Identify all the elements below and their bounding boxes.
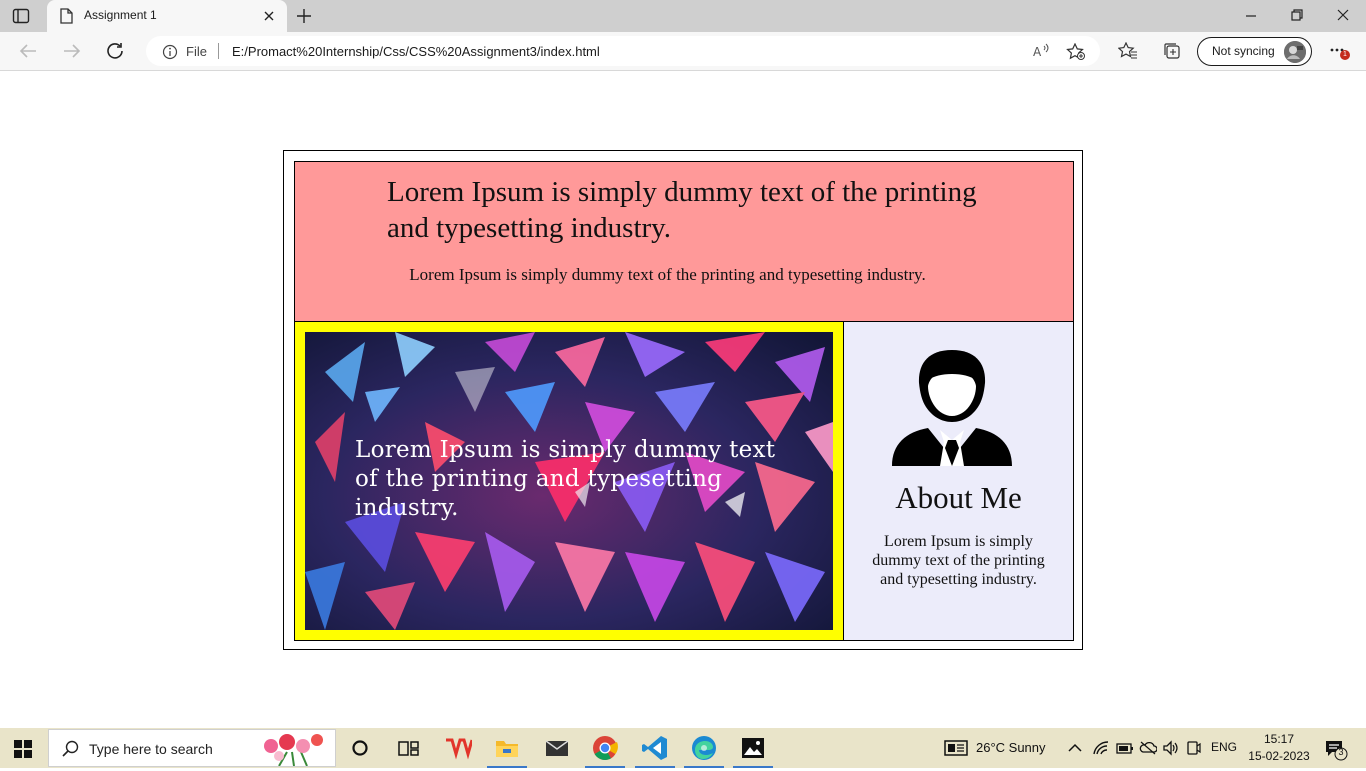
- forward-icon[interactable]: [62, 42, 82, 65]
- vscode-icon[interactable]: [635, 734, 675, 768]
- battery-icon[interactable]: [1116, 740, 1134, 756]
- minimize-icon[interactable]: [1244, 8, 1258, 27]
- page-icon: [59, 8, 73, 29]
- browser-tab[interactable]: Assignment 1: [47, 0, 287, 32]
- file-explorer-icon[interactable]: [487, 734, 527, 768]
- clock-time: 15:17: [1263, 732, 1295, 746]
- header-section: Lorem Ipsum is simply dummy text of the …: [294, 161, 1074, 322]
- refresh-icon[interactable]: [106, 42, 126, 65]
- wps-office-icon[interactable]: [444, 734, 474, 762]
- avatar: [1284, 41, 1306, 63]
- browser-toolbar: File E:/Promact%20Internship/Css/CSS%20A…: [0, 32, 1366, 71]
- weather-text[interactable]: 26°C Sunny: [976, 740, 1046, 755]
- search-placeholder: Type here to search: [89, 741, 213, 757]
- chrome-icon[interactable]: [585, 734, 625, 768]
- profile-sync-button[interactable]: Not syncing: [1197, 37, 1312, 66]
- onedrive-icon[interactable]: [1139, 740, 1158, 756]
- mail-icon[interactable]: [543, 734, 571, 762]
- flowers-icon: [259, 732, 329, 771]
- close-tab-icon[interactable]: [263, 9, 275, 27]
- clock[interactable]: 15:17 15-02-2023: [1244, 731, 1314, 765]
- windows-taskbar: Type here to search 26°C Sunny ENG 15:17…: [0, 728, 1366, 768]
- browser-tabstrip: Assignment 1: [0, 0, 1366, 32]
- banner-image: Lorem Ipsum is simply dummy text of the …: [305, 332, 833, 630]
- language-indicator[interactable]: ENG: [1211, 740, 1237, 754]
- assignment-container: Lorem Ipsum is simply dummy text of the …: [283, 150, 1083, 650]
- search-icon: [61, 740, 79, 763]
- banner-text: Lorem Ipsum is simply dummy text of the …: [355, 437, 776, 521]
- volume-icon[interactable]: [1162, 740, 1180, 756]
- taskbar-search-box[interactable]: Type here to search: [48, 729, 336, 767]
- header-title: Lorem Ipsum is simply dummy text of the …: [387, 176, 977, 244]
- notification-badge: 1: [1340, 50, 1350, 60]
- about-title: About Me: [895, 480, 1022, 515]
- collections-icon[interactable]: [1162, 42, 1182, 65]
- meet-now-icon[interactable]: [1186, 740, 1202, 756]
- wifi-icon[interactable]: [1092, 740, 1110, 756]
- about-section: About Me Lorem Ipsum is simply dummy tex…: [843, 321, 1074, 641]
- tab-actions-icon[interactable]: [12, 8, 30, 24]
- site-info-icon[interactable]: [162, 44, 178, 65]
- photos-icon[interactable]: [733, 734, 773, 768]
- edge-icon[interactable]: [684, 734, 724, 768]
- new-tab-icon[interactable]: [296, 8, 312, 29]
- banner-section: Lorem Ipsum is simply dummy text of the …: [294, 321, 844, 641]
- address-separator: [218, 43, 219, 59]
- restore-icon[interactable]: [1290, 8, 1304, 27]
- clock-date: 15-02-2023: [1248, 749, 1310, 763]
- settings-more-icon[interactable]: 1: [1330, 42, 1350, 63]
- page-viewport: Lorem Ipsum is simply dummy text of the …: [0, 71, 1366, 728]
- header-subtitle: Lorem Ipsum is simply dummy text of the …: [409, 265, 926, 284]
- weather-icon[interactable]: [944, 738, 968, 758]
- favorites-icon[interactable]: [1117, 41, 1138, 65]
- read-aloud-icon[interactable]: A: [1032, 43, 1050, 64]
- sync-label: Not syncing: [1212, 44, 1275, 58]
- close-window-icon[interactable]: [1336, 8, 1350, 27]
- back-icon[interactable]: [18, 42, 38, 65]
- address-bar[interactable]: File E:/Promact%20Internship/Css/CSS%20A…: [146, 36, 1100, 66]
- notification-count: 3: [1338, 747, 1344, 757]
- address-url[interactable]: E:/Promact%20Internship/Css/CSS%20Assign…: [232, 44, 600, 59]
- user-profile-icon: [888, 346, 1018, 475]
- tab-title: Assignment 1: [84, 8, 157, 22]
- about-text: Lorem Ipsum is simply dummy text of the …: [872, 533, 1045, 588]
- cortana-icon[interactable]: [348, 734, 376, 762]
- add-favorite-icon[interactable]: [1066, 42, 1086, 66]
- windows-start-icon[interactable]: [14, 740, 32, 763]
- task-view-icon[interactable]: [395, 734, 423, 762]
- svg-text:A: A: [1033, 45, 1042, 59]
- notifications-icon[interactable]: 3: [1324, 738, 1348, 762]
- address-scheme: File: [186, 44, 207, 59]
- chevron-up-icon[interactable]: [1067, 740, 1083, 756]
